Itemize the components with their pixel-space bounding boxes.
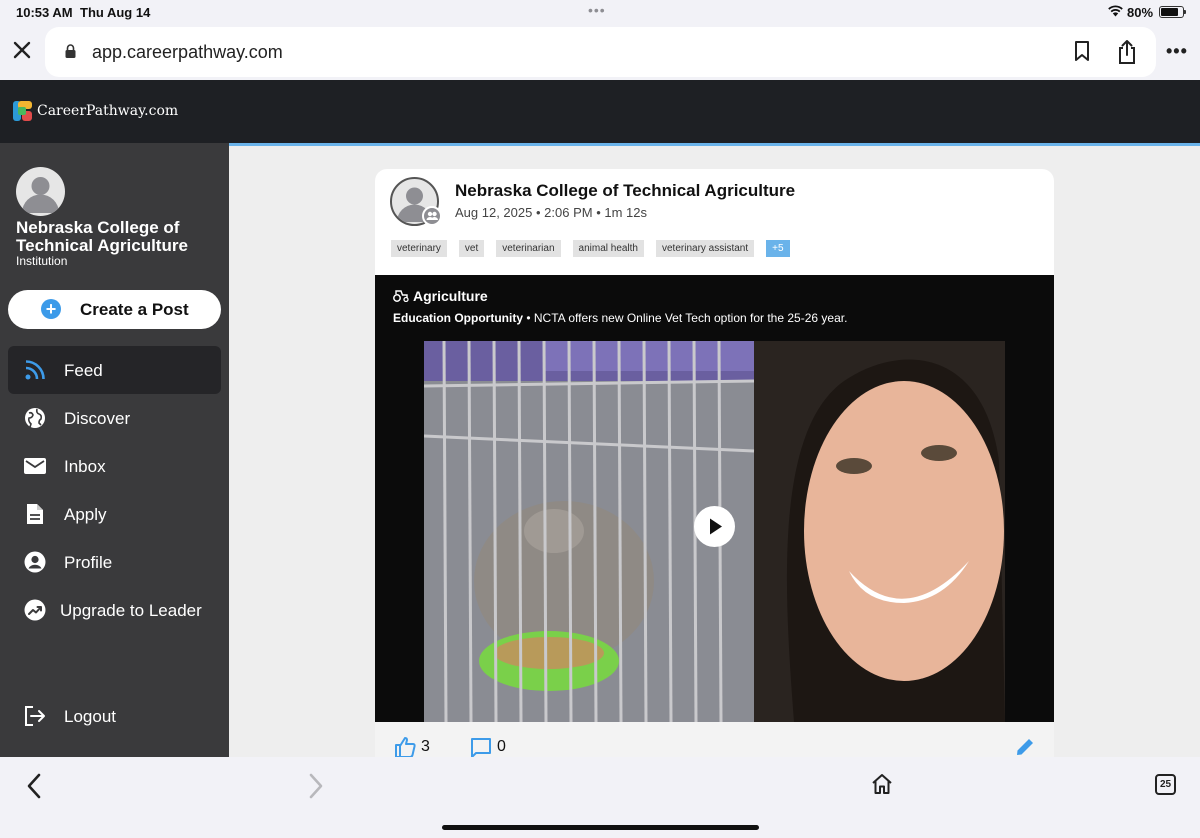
play-icon — [710, 518, 722, 535]
create-post-label: Create a Post — [80, 300, 189, 319]
post-actions: 3 0 — [375, 722, 1054, 757]
share-icon[interactable] — [1116, 39, 1138, 70]
post-body: Agriculture Education Opportunity • NCTA… — [375, 275, 1054, 757]
sidebar-item-label: Feed — [64, 361, 103, 380]
sidebar-item-profile[interactable]: Profile — [8, 538, 221, 586]
like-count: 3 — [421, 738, 430, 755]
logo-icon — [13, 101, 32, 121]
progress-line — [229, 143, 1200, 146]
sidebar-item-label: Upgrade to Leader — [60, 601, 202, 620]
sidebar-item-discover[interactable]: Discover — [8, 394, 221, 442]
battery-icon — [1159, 6, 1186, 18]
address-bar[interactable]: app.careerpathway.com — [45, 27, 1156, 77]
category-label: Agriculture — [413, 288, 488, 304]
url-text: app.careerpathway.com — [92, 42, 283, 62]
brand-name[interactable]: CareerPathway.com — [37, 103, 178, 119]
status-bar: 10:53 AM Thu Aug 14 ••• 80% — [0, 0, 1200, 24]
sidebar-item-apply[interactable]: Apply — [8, 490, 221, 538]
tag-chip[interactable]: veterinary assistant — [656, 240, 755, 257]
post-meta: Aug 12, 2025 • 2:06 PM • 1m 12s — [455, 205, 647, 220]
avatar[interactable] — [16, 167, 65, 216]
close-icon[interactable] — [10, 38, 34, 62]
sidebar-item-label: Profile — [64, 553, 113, 572]
create-post-button[interactable]: + Create a Post — [8, 290, 221, 329]
document-icon — [24, 503, 46, 525]
lock-icon — [65, 44, 76, 63]
post-author[interactable]: Nebraska College of Technical Agricultur… — [455, 181, 795, 201]
account-icon — [24, 551, 46, 573]
tag-list: veterinary vet veterinarian animal healt… — [391, 240, 790, 258]
tag-chip[interactable]: veterinary — [391, 240, 447, 257]
thumbs-up-icon[interactable] — [394, 736, 416, 757]
pencil-icon[interactable] — [1014, 736, 1036, 757]
sidebar-item-label: Discover — [64, 409, 131, 428]
app-header: CareerPathway.com — [0, 80, 1200, 143]
bookmark-icon[interactable] — [1073, 40, 1091, 67]
comment-icon[interactable] — [470, 737, 492, 757]
home-indicator — [442, 825, 759, 830]
logout-button[interactable]: Logout — [8, 692, 221, 740]
more-tags-chip[interactable]: +5 — [766, 240, 790, 257]
browser-bottom-toolbar: 25 — [0, 757, 1200, 838]
sidebar-item-upgrade[interactable]: Upgrade to Leader — [8, 586, 221, 634]
tag-chip[interactable]: veterinarian — [496, 240, 561, 257]
tabs-icon[interactable]: 25 — [1155, 774, 1176, 795]
post-time: 2:06 PM — [544, 205, 593, 220]
battery-percent: 80% — [1127, 5, 1154, 20]
plus-icon: + — [41, 299, 61, 319]
more-options-icon[interactable]: ••• — [1166, 41, 1188, 62]
trending-up-icon — [24, 599, 46, 621]
sidebar-item-label: Inbox — [64, 457, 106, 476]
post-duration: 1m 12s — [604, 205, 648, 220]
multitasking-dots-icon[interactable]: ••• — [588, 2, 606, 18]
opportunity-text: NCTA offers new Online Vet Tech option f… — [533, 311, 848, 325]
browser-toolbar: app.careerpathway.com ••• — [0, 24, 1200, 80]
opportunity-label: Education Opportunity — [393, 311, 523, 325]
meta-separator: • — [526, 311, 534, 325]
tag-chip[interactable]: animal health — [572, 240, 644, 257]
org-name: Nebraska College of Technical Agricultur… — [16, 218, 188, 255]
globe-icon — [24, 407, 46, 429]
sidebar: Nebraska College of Technical Agricultur… — [0, 143, 229, 757]
play-button[interactable] — [694, 506, 735, 547]
mail-icon — [24, 455, 46, 477]
post-date: Aug 12, 2025 — [455, 205, 533, 220]
tag-chip[interactable]: vet — [458, 240, 485, 257]
logout-icon — [24, 705, 46, 727]
wifi-icon — [1107, 4, 1124, 20]
forward-icon[interactable] — [307, 773, 325, 804]
group-icon — [422, 206, 442, 226]
main-feed: Nebraska College of Technical Agricultur… — [229, 143, 1200, 757]
opportunity-row: Education Opportunity • NCTA offers new … — [393, 311, 847, 325]
tractor-icon — [393, 289, 409, 303]
sidebar-item-inbox[interactable]: Inbox — [8, 442, 221, 490]
sidebar-item-feed[interactable]: Feed — [8, 346, 221, 394]
video-player[interactable] — [424, 341, 1005, 722]
post-card: Nebraska College of Technical Agricultur… — [375, 169, 1054, 757]
status-time: 10:53 AM — [16, 5, 73, 20]
sidebar-item-label: Apply — [64, 505, 107, 524]
logout-label: Logout — [64, 707, 116, 726]
comment-count: 0 — [497, 738, 506, 755]
org-type: Institution — [16, 254, 68, 268]
status-date: Thu Aug 14 — [80, 5, 151, 20]
home-icon[interactable] — [871, 773, 893, 800]
post-category: Agriculture — [393, 288, 488, 304]
rss-icon — [24, 359, 46, 381]
back-icon[interactable] — [25, 773, 43, 804]
meta-separator: • — [535, 205, 545, 220]
